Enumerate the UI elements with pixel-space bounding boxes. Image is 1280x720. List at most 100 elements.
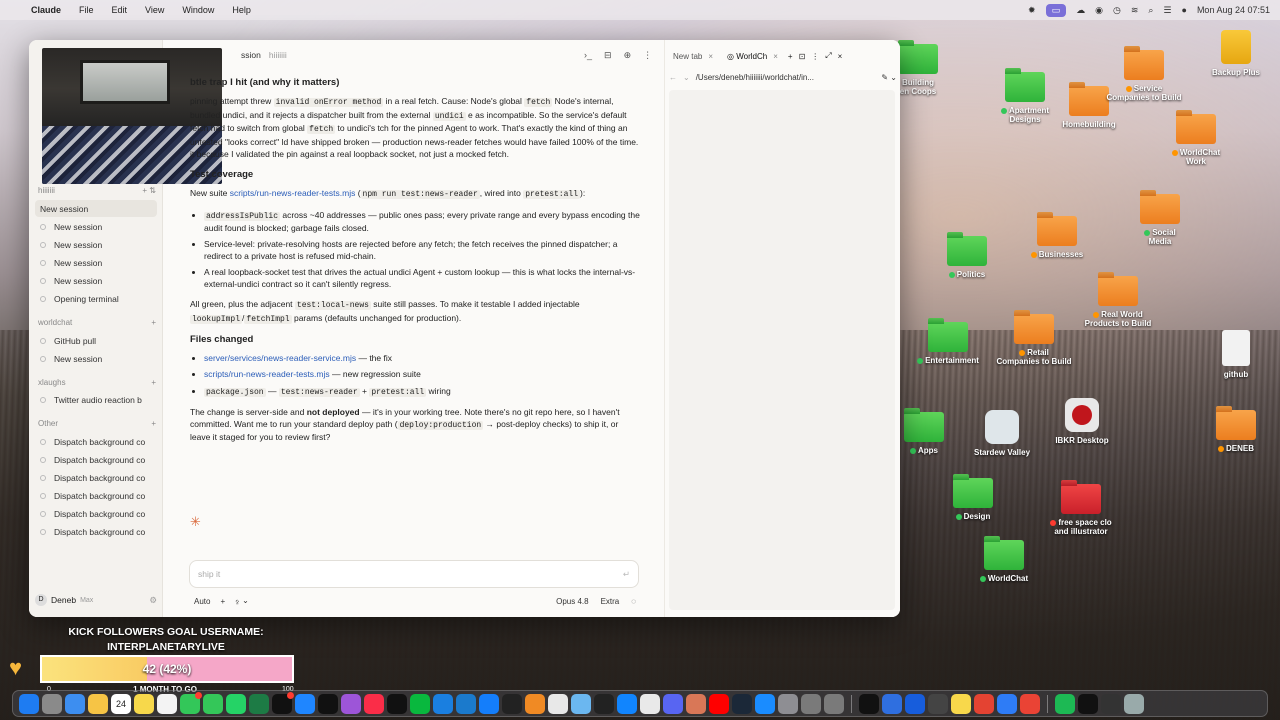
desktop-folder-design[interactable]: Design: [925, 478, 1021, 521]
dock-notes-icon[interactable]: [134, 693, 154, 714]
new-session-plus-icon[interactable]: + ⇅: [142, 186, 156, 195]
file-link[interactable]: scripts/run-news-reader-tests.mjs: [230, 188, 356, 198]
desktop-folder-businesses[interactable]: Businesses: [1009, 216, 1105, 259]
dock-claude-icon[interactable]: [686, 693, 706, 714]
desktop-folder-politics[interactable]: Politics: [919, 236, 1015, 279]
desktop-folder-social-media[interactable]: Social Media: [1112, 194, 1208, 246]
dock-todoist-icon[interactable]: [974, 693, 994, 714]
siri-icon[interactable]: ●: [1182, 5, 1187, 15]
desktop-folder-free-space[interactable]: free space clo and illustrator: [1033, 484, 1129, 536]
dock-screen-icon[interactable]: [1101, 693, 1121, 714]
menubar-clock[interactable]: Mon Aug 24 07:51: [1197, 5, 1270, 15]
attach-icon[interactable]: ⍚ ⌄: [235, 596, 249, 606]
desktop-file-github[interactable]: github: [1188, 330, 1280, 379]
settings-icon[interactable]: ⚙: [149, 595, 157, 606]
dock-xcode-icon[interactable]: [479, 693, 499, 714]
dock-tiktok-icon[interactable]: [387, 693, 407, 714]
dock-appstore-icon[interactable]: [755, 693, 775, 714]
tab-new[interactable]: New tab ×: [669, 51, 717, 62]
browser-url-bar[interactable]: ← ⌄ /Users/deneb/hiiiiiii/worldchat/in..…: [669, 70, 897, 84]
wifi-icon[interactable]: ≋: [1131, 5, 1139, 16]
edit-icon[interactable]: ✎ ⌄: [881, 73, 897, 82]
sidebar-item-session[interactable]: New session: [35, 254, 157, 271]
desktop-folder-deneb[interactable]: DENEB: [1188, 410, 1280, 453]
dock-steam-icon[interactable]: [732, 693, 752, 714]
dock-folder-icon[interactable]: [571, 693, 591, 714]
dock-pages-icon[interactable]: [525, 693, 545, 714]
desktop-drive-backup-plus[interactable]: Backup Plus: [1188, 30, 1280, 77]
terminal-icon[interactable]: ›_: [584, 50, 592, 61]
file-link[interactable]: server/services/news-reader-service.mjs: [204, 353, 356, 363]
dock-help-icon[interactable]: [801, 693, 821, 714]
dock-reminders-icon[interactable]: [157, 693, 177, 714]
sidebar-item-session[interactable]: Twitter audio reaction b: [35, 391, 157, 408]
menu-window[interactable]: Window: [173, 5, 223, 15]
sidebar-item-session[interactable]: Dispatch background co: [35, 523, 157, 540]
dock-excel-icon[interactable]: [249, 693, 269, 714]
dock-photos-icon[interactable]: [88, 693, 108, 714]
add-icon[interactable]: +: [151, 318, 156, 327]
sidebar-item-session[interactable]: GitHub pull: [35, 332, 157, 349]
dock-launchpad-icon[interactable]: [42, 693, 62, 714]
dock-trash-icon[interactable]: [1124, 693, 1144, 714]
brightness-icon[interactable]: ✹: [1028, 5, 1036, 16]
sidebar-item-session[interactable]: New session: [35, 236, 157, 253]
desktop-app-ibkr[interactable]: IBKR Desktop: [1034, 398, 1130, 445]
dock-safari-icon[interactable]: [295, 693, 315, 714]
dock-chrome-icon[interactable]: [1020, 693, 1040, 714]
sidebar-item-session[interactable]: Dispatch background co: [35, 487, 157, 504]
dock-mail-icon[interactable]: [65, 693, 85, 714]
dock-capcut-icon[interactable]: [859, 693, 879, 714]
forward-icon[interactable]: ⌄: [683, 73, 690, 82]
dock-bitwarden-icon[interactable]: [905, 693, 925, 714]
sidebar-item-session[interactable]: New session: [35, 350, 157, 367]
account-footer[interactable]: D Deneb Max ⚙: [35, 591, 157, 609]
screen-record-icon[interactable]: ◉: [1095, 5, 1103, 16]
dock-help2-icon[interactable]: [824, 693, 844, 714]
dock-bluesky-icon[interactable]: [617, 693, 637, 714]
menu-app-name[interactable]: Claude: [22, 5, 70, 15]
dock-unknown-icon[interactable]: [928, 693, 948, 714]
save-icon[interactable]: ⊡: [799, 52, 806, 61]
add-icon[interactable]: +: [220, 597, 225, 606]
dock-facetime-icon[interactable]: [203, 693, 223, 714]
send-icon[interactable]: ↵: [623, 569, 630, 580]
dock-podcasts-icon[interactable]: [341, 693, 361, 714]
dock-music-icon[interactable]: [364, 693, 384, 714]
model-selector[interactable]: Opus 4.8: [556, 597, 588, 606]
sidebar-item-session[interactable]: Dispatch background co: [35, 433, 157, 450]
dock-cursor-icon[interactable]: [594, 693, 614, 714]
dock-calendar-icon[interactable]: 24: [111, 693, 131, 714]
dock-finder-icon[interactable]: [19, 693, 39, 714]
add-icon[interactable]: +: [151, 419, 156, 428]
add-icon[interactable]: +: [151, 378, 156, 387]
new-tab-icon[interactable]: +: [788, 52, 793, 61]
file-link[interactable]: scripts/run-news-reader-tests.mjs: [204, 369, 330, 379]
search-icon[interactable]: ⌕: [1148, 5, 1153, 16]
close-icon[interactable]: ×: [838, 52, 843, 61]
menu-view[interactable]: View: [136, 5, 173, 15]
dock-edge-icon[interactable]: [433, 693, 453, 714]
dock-chatgpt2-icon[interactable]: [1078, 693, 1098, 714]
dock-wechat-icon[interactable]: [410, 693, 430, 714]
desktop-folder-worldchat[interactable]: WorldChat: [956, 540, 1052, 583]
dock-discord-icon[interactable]: [663, 693, 683, 714]
dock-youtube-icon[interactable]: [709, 693, 729, 714]
desktop-folder-service-companies[interactable]: Service Companies to Build: [1096, 50, 1192, 102]
creative-cloud-icon[interactable]: ☁: [1076, 5, 1085, 16]
desktop-folder-entertainment[interactable]: Entertainment: [900, 322, 996, 365]
more-icon[interactable]: ⋮: [643, 50, 652, 61]
dock-notes2-icon[interactable]: [951, 693, 971, 714]
dock-activity-icon[interactable]: [272, 691, 294, 714]
globe-icon[interactable]: ⊕: [624, 50, 632, 61]
dock-notability-icon[interactable]: [882, 693, 902, 714]
status-pill-icon[interactable]: ▭: [1045, 3, 1067, 17]
expand-icon[interactable]: ⤢: [825, 51, 831, 61]
sidebar-item-session[interactable]: Opening terminal: [35, 290, 157, 307]
effort-selector[interactable]: Extra: [601, 597, 620, 606]
prompt-input[interactable]: ship it ↵: [189, 560, 639, 588]
menu-file[interactable]: File: [70, 5, 103, 15]
dock-whatsapp-icon[interactable]: [226, 693, 246, 714]
sidebar-item-session[interactable]: Dispatch background co: [35, 451, 157, 468]
dock-appletv-icon[interactable]: [318, 693, 338, 714]
